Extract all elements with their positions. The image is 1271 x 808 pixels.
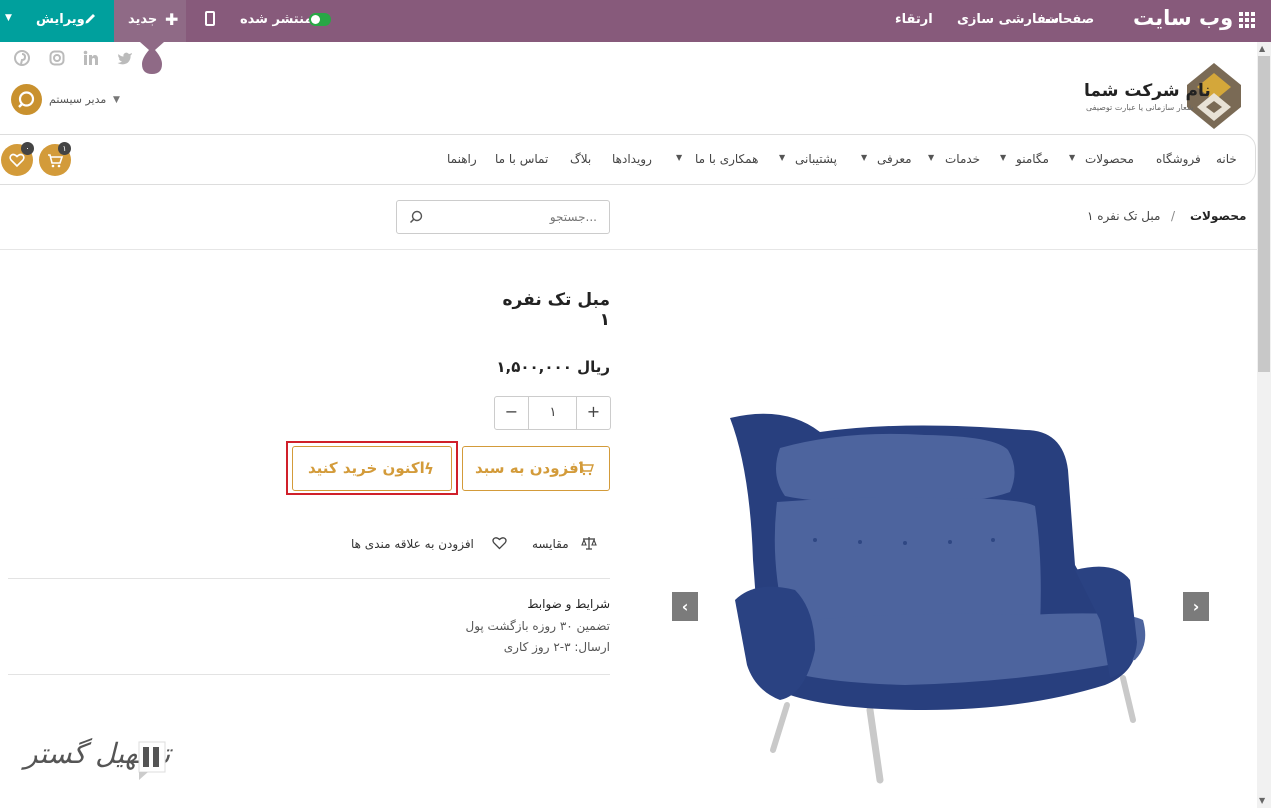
site-title: وب سایت <box>1133 6 1234 30</box>
website-admin-bar: ▼ ویرایش جدید ✚ منتشر شده ارتقاء سفارشی … <box>0 0 1271 42</box>
terms-guarantee: تضمین ۳۰ روزه بازگشت پول <box>465 619 610 633</box>
carousel-next-button[interactable]: › <box>1183 592 1209 621</box>
wishlist-count-badge: ۰ <box>21 142 34 155</box>
buy-now-label: اکنون خرید کنید <box>308 459 425 477</box>
search-icon[interactable] <box>409 210 423 224</box>
divider <box>8 578 610 579</box>
new-button-pointer <box>140 42 164 74</box>
search-placeholder: جستجو... <box>549 210 597 224</box>
chevron-down-icon[interactable]: ▼ <box>928 153 934 162</box>
company-tagline: شعار سازمانی یا عبارت توصیفی <box>1086 103 1194 112</box>
divider <box>0 249 1258 250</box>
quantity-stepper: − ۱ + <box>494 396 611 430</box>
terms-title: شرایط و ضوابط <box>527 597 610 611</box>
nav-item-shop[interactable]: فروشگاه <box>1156 152 1201 166</box>
carousel-prev-button[interactable]: ‹ <box>672 592 698 621</box>
apps-menu-icon[interactable] <box>1239 12 1257 28</box>
company-name: نام شرکت شما <box>1084 81 1211 101</box>
chevron-down-icon[interactable]: ▼ <box>676 153 682 162</box>
nav-item-megamenu[interactable]: مگامنو <box>1016 152 1049 166</box>
add-to-cart-button[interactable]: افزودن به سبد <box>462 446 610 491</box>
twitter-icon[interactable] <box>117 50 133 66</box>
linkedin-icon[interactable] <box>83 50 99 66</box>
scroll-up-icon[interactable]: ▲ <box>1259 44 1265 53</box>
nav-item-events[interactable]: رویدادها <box>612 152 652 166</box>
nav-item-services[interactable]: خدمات <box>945 152 980 166</box>
product-title: مبل تک نفره ۱ <box>502 290 611 330</box>
scroll-down-icon[interactable]: ▼ <box>1259 796 1265 805</box>
plus-icon: ✚ <box>165 10 179 29</box>
bolt-icon: ϟ <box>424 460 434 478</box>
cart-icon <box>579 462 594 476</box>
mobile-preview-icon[interactable] <box>205 11 215 26</box>
menu-customize[interactable]: سفارشی سازی <box>957 12 1059 27</box>
product-image <box>730 413 1146 784</box>
nav-item-about[interactable]: معرفی <box>877 152 912 166</box>
chevron-down-icon[interactable]: ▼ <box>5 13 12 23</box>
breadcrumb-products[interactable]: محصولات <box>1190 209 1246 223</box>
cart-count-badge: ۱ <box>58 142 71 155</box>
heart-icon[interactable] <box>492 536 507 550</box>
menu-upgrade[interactable]: ارتقاء <box>895 12 933 27</box>
divider <box>8 674 610 675</box>
watermark-logo-icon <box>138 741 166 780</box>
published-toggle[interactable] <box>309 13 331 26</box>
search-icon[interactable] <box>11 84 42 115</box>
menu-pages[interactable]: صفحات <box>1045 12 1094 27</box>
chevron-down-icon[interactable]: ▼ <box>113 95 120 105</box>
nav-item-support[interactable]: پشتیبانی <box>795 152 837 166</box>
edit-button[interactable]: ▼ ویرایش <box>0 0 114 42</box>
compare-link[interactable]: مقایسه <box>532 537 569 551</box>
nav-item-products[interactable]: محصولات <box>1085 152 1134 166</box>
scale-icon[interactable] <box>581 536 597 550</box>
scrollbar-thumb[interactable] <box>1258 56 1270 372</box>
product-price: ۱,۵۰۰,۰۰۰ ریال <box>496 358 610 376</box>
edit-label: ویرایش <box>36 12 85 27</box>
chevron-down-icon[interactable]: ▼ <box>1000 153 1006 162</box>
new-label: جدید <box>128 12 158 27</box>
nav-item-careers[interactable]: همکاری با ما <box>695 152 758 166</box>
nav-item-blog[interactable]: بلاگ <box>570 152 591 166</box>
chevron-down-icon[interactable]: ▼ <box>779 153 785 162</box>
terms-shipping: ارسال: ۳-۲ روز کاری <box>503 640 610 654</box>
instagram-icon[interactable] <box>49 50 65 66</box>
chevron-down-icon[interactable]: ▼ <box>1069 153 1075 162</box>
published-label: منتشر شده <box>240 12 313 27</box>
user-menu[interactable]: مدیر سیستم <box>49 93 106 106</box>
breadcrumb-current: مبل تک نفره ۱ <box>1087 209 1161 223</box>
chevron-down-icon[interactable]: ▼ <box>861 153 867 162</box>
pinterest-icon[interactable] <box>14 50 30 66</box>
add-to-wishlist-link[interactable]: افزودن به علاقه مندی ها <box>351 537 474 551</box>
nav-item-contact[interactable]: تماس با ما <box>495 152 548 166</box>
quantity-input[interactable]: ۱ <box>529 397 577 429</box>
quantity-increase-button[interactable]: + <box>576 397 610 429</box>
search-input[interactable]: جستجو... <box>396 200 610 234</box>
nav-item-help[interactable]: راهنما <box>447 152 477 166</box>
breadcrumb-separator: / <box>1171 209 1176 223</box>
pencil-icon <box>85 14 95 24</box>
quantity-decrease-button[interactable]: − <box>495 397 529 429</box>
add-to-cart-label: افزودن به سبد <box>475 459 584 477</box>
buy-now-button[interactable]: اکنون خرید کنید ϟ <box>292 446 452 491</box>
nav-item-home[interactable]: خانه <box>1216 152 1237 166</box>
new-button[interactable]: جدید ✚ <box>114 0 186 42</box>
